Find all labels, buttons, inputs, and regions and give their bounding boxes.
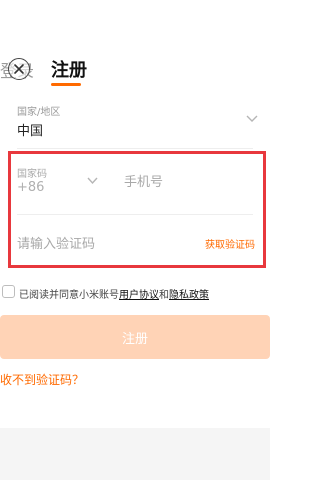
agreement-prefix: 已阅读并同意小米账号 <box>19 290 119 301</box>
close-icon <box>14 64 24 74</box>
tab-active-indicator <box>51 83 81 86</box>
country-code-label: 国家码 <box>17 169 47 180</box>
agreement-text: 已阅读并同意小米账号用户协议和隐私政策 <box>19 286 209 301</box>
bottom-bar <box>0 428 270 480</box>
verification-code-input[interactable] <box>17 234 177 254</box>
region-select[interactable]: 中国 <box>17 120 43 139</box>
agree-checkbox[interactable] <box>2 285 15 298</box>
tab-register[interactable]: 注册 <box>51 56 87 82</box>
divider <box>17 148 253 149</box>
divider <box>17 214 253 215</box>
no-code-link[interactable]: 收不到验证码？ <box>0 371 84 388</box>
region-label: 国家/地区 <box>17 107 61 118</box>
agreement-and: 和 <box>159 290 169 301</box>
get-code-button[interactable]: 获取验证码 <box>205 236 255 251</box>
country-code-select[interactable]: +86 <box>17 180 44 195</box>
phone-input[interactable] <box>124 172 244 192</box>
user-agreement-link[interactable]: 用户协议 <box>119 290 159 301</box>
close-button[interactable] <box>8 58 30 80</box>
register-button[interactable]: 注册 <box>0 315 270 359</box>
privacy-policy-link[interactable]: 隐私政策 <box>169 290 209 301</box>
chevron-down-icon[interactable] <box>245 113 259 125</box>
chevron-down-icon[interactable] <box>86 176 99 186</box>
register-screen: 登录 注册 国家/地区 中国 国家码 +86 获取验证码 已阅读并同意小米账号用… <box>0 0 270 480</box>
